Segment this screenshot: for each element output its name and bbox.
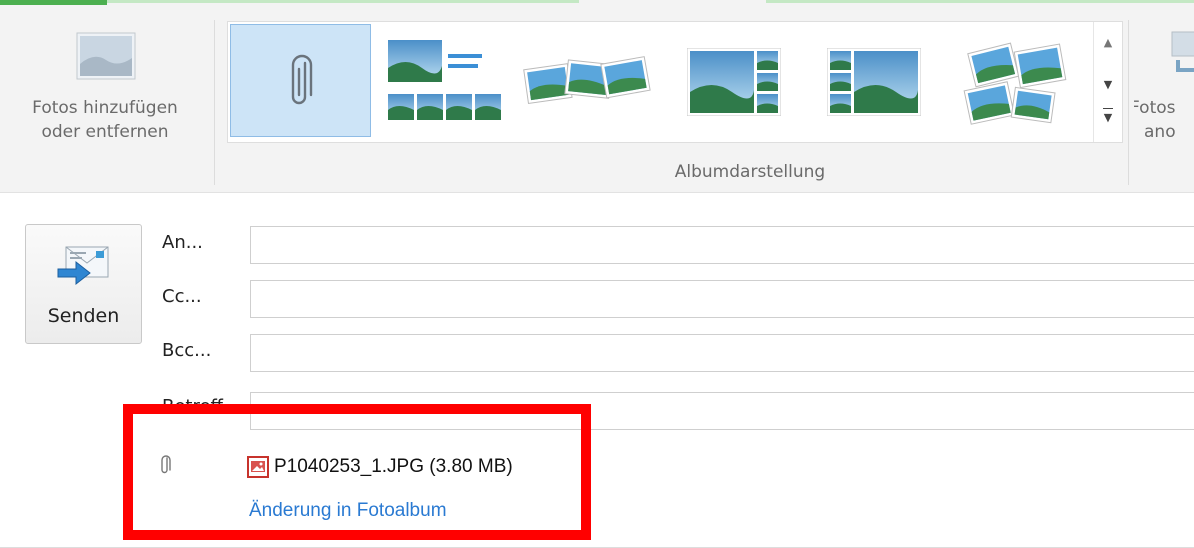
photo-thumbs-right-icon bbox=[687, 48, 781, 116]
send-button[interactable]: Senden bbox=[25, 224, 142, 344]
bcc-field[interactable] bbox=[250, 334, 1194, 372]
add-remove-photos-button[interactable]: Fotos hinzufügen oder entfernen bbox=[0, 20, 210, 160]
add-remove-photos-label: Fotos hinzufügen oder entfernen bbox=[32, 98, 178, 142]
gallery-item-collage[interactable] bbox=[953, 24, 1083, 137]
photo-collage-icon bbox=[963, 42, 1067, 125]
album-layout-gallery: ▲ ▼ ▼ bbox=[227, 21, 1123, 143]
ribbon: Fotos hinzufügen oder entfernen ▲ ▼ ▼ Al… bbox=[0, 0, 1194, 193]
cc-label[interactable]: Cc... bbox=[162, 286, 202, 307]
tab-indicator bbox=[0, 0, 107, 5]
to-label[interactable]: An... bbox=[162, 232, 203, 253]
rotate-photos-button[interactable]: Fotos ano bbox=[1134, 20, 1194, 160]
send-button-label: Senden bbox=[47, 305, 120, 327]
album-layout-group-label: Albumdarstellung bbox=[674, 162, 826, 182]
gallery-expand-icon[interactable]: ▼ bbox=[1094, 108, 1122, 124]
to-field[interactable] bbox=[250, 226, 1194, 264]
landscape-photo-icon bbox=[76, 32, 136, 80]
gallery-item-attachment[interactable] bbox=[230, 24, 371, 137]
paperclip-icon bbox=[291, 54, 313, 105]
gallery-scrollbar: ▲ ▼ ▼ bbox=[1093, 22, 1122, 142]
highlight-box bbox=[123, 404, 591, 540]
photo-grid-icon bbox=[388, 40, 501, 120]
tab-indicator bbox=[107, 0, 579, 3]
tab-indicator bbox=[766, 0, 1194, 3]
gallery-scroll-down-icon[interactable]: ▼ bbox=[1094, 78, 1122, 91]
gallery-item-thumbs-right[interactable] bbox=[673, 24, 793, 137]
send-mail-icon bbox=[57, 246, 109, 286]
group-separator bbox=[1128, 20, 1129, 185]
photo-thumbs-left-icon bbox=[827, 48, 921, 116]
gallery-item-photo-grid[interactable] bbox=[378, 24, 508, 137]
gallery-item-thumbs-left[interactable] bbox=[813, 24, 933, 137]
gallery-item-photo-strip[interactable] bbox=[518, 24, 658, 137]
photo-strip-icon bbox=[523, 56, 651, 105]
gallery-scroll-up-icon[interactable]: ▲ bbox=[1094, 36, 1122, 49]
bcc-label[interactable]: Bcc... bbox=[162, 340, 211, 361]
group-separator bbox=[214, 20, 215, 185]
rotate-photos-label: Fotos ano bbox=[1134, 98, 1176, 142]
rotate-photo-icon bbox=[1171, 31, 1194, 72]
cc-field[interactable] bbox=[250, 280, 1194, 318]
